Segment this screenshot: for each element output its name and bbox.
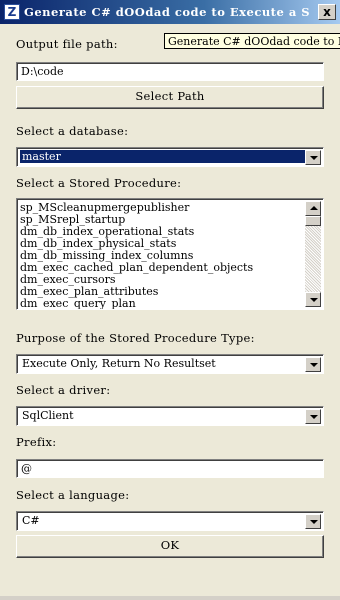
prefix-label: Prefix: — [16, 435, 57, 449]
scroll-up-button[interactable] — [305, 201, 321, 216]
chevron-down-icon — [310, 520, 318, 524]
list-item[interactable]: dm_db_index_operational_stats — [20, 226, 305, 238]
purpose-select[interactable]: Execute Only, Return No Resultset — [16, 354, 324, 374]
purpose-label: Purpose of the Stored Procedure Type: — [16, 331, 255, 345]
list-item[interactable]: dm_db_index_physical_stats — [20, 238, 305, 250]
driver-label: Select a driver: — [16, 383, 111, 397]
purpose-selected-value: Execute Only, Return No Resultset — [22, 357, 216, 370]
close-button[interactable]: x — [318, 4, 336, 20]
list-item[interactable]: dm_exec_cached_plan_dependent_objects — [20, 262, 305, 274]
driver-select[interactable]: SqlClient — [16, 406, 324, 426]
database-label: Select a database: — [16, 124, 129, 138]
purpose-dropdown-button[interactable] — [305, 357, 321, 372]
driver-dropdown-button[interactable] — [305, 409, 321, 424]
chevron-down-icon — [310, 156, 318, 160]
language-select[interactable]: C# — [16, 511, 324, 531]
chevron-down-icon — [310, 415, 318, 419]
ok-button[interactable]: OK — [16, 535, 324, 558]
output-path-label: Output file path: — [16, 37, 118, 51]
scrollbar-thumb[interactable] — [305, 216, 321, 226]
scroll-down-button[interactable] — [305, 292, 321, 307]
chevron-up-icon — [310, 206, 318, 210]
database-selected-value: master — [20, 150, 306, 163]
window-title: Generate C# dOOdad code to Execute a St.… — [24, 5, 309, 19]
stored-procedure-label: Select a Stored Procedure: — [16, 176, 182, 190]
list-scrollbar[interactable] — [305, 201, 321, 307]
language-selected-value: C# — [22, 514, 40, 527]
driver-selected-value: SqlClient — [22, 409, 74, 422]
list-item[interactable]: dm_exec_query_plan — [20, 298, 305, 309]
list-item[interactable]: sp_MScleanupmergepublisher — [20, 202, 305, 214]
output-path-input[interactable]: D:\code — [16, 62, 324, 81]
stored-procedure-list[interactable]: sp_MScleanupmergepublisher sp_MSrepl_sta… — [16, 198, 324, 310]
title-tooltip: Generate C# dOOdad code to Execute a Sto… — [164, 33, 340, 49]
chevron-down-icon — [310, 363, 318, 367]
list-item[interactable]: sp_MSrepl_startup — [20, 214, 305, 226]
app-icon: Z — [4, 4, 20, 20]
list-item[interactable]: dm_exec_cursors — [20, 274, 305, 286]
language-label: Select a language: — [16, 488, 130, 502]
select-path-button[interactable]: Select Path — [16, 86, 324, 109]
list-item[interactable]: dm_exec_plan_attributes — [20, 286, 305, 298]
database-select[interactable]: master — [16, 147, 324, 167]
chevron-down-icon — [310, 298, 318, 302]
database-dropdown-button[interactable] — [305, 150, 321, 165]
language-dropdown-button[interactable] — [305, 514, 321, 529]
list-item[interactable]: dm_db_missing_index_columns — [20, 250, 305, 262]
prefix-input[interactable]: @ — [16, 459, 324, 478]
window-bottom-border — [0, 596, 340, 600]
